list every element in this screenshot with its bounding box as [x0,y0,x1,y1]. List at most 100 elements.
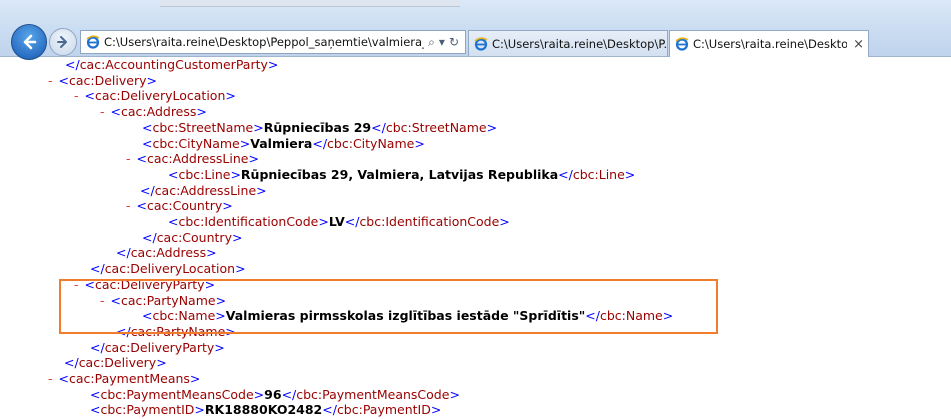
tag-open-bracket: < [168,166,179,182]
back-arrow-icon [23,34,37,50]
tag-open-bracket: < [90,402,101,418]
tag-name: cac:DeliveryLocation [95,88,226,104]
tag-name: cac:Delivery [78,355,157,371]
tag-name: cac:AccountingCustomerParty [79,57,268,72]
browser-titlebar: C:\Users\raita.reine\Desktop\Peppol_saņe… [0,0,951,60]
xml-document-view: </cac:AccountingCustomerParty> - <cac:Deli… [0,57,951,419]
element-value: Valmiera [250,135,313,151]
collapse-toggle[interactable]: - [48,73,53,88]
tag-open-bracket: < [90,386,101,402]
tab-1[interactable]: C:\Users\raita.reine\Desktop\P... [468,30,668,56]
tag-name: cac:Address [121,104,197,120]
tag-open-bracket: </ [65,57,80,72]
tag-open-bracket: < [136,198,147,214]
tag-close-bracket: > [156,355,167,371]
collapse-toggle[interactable]: - [48,371,53,386]
tag-close-bracket: > [230,166,241,182]
xml-line: <cbc:PaymentMeansCode>96</cbc:PaymentMea… [90,387,460,403]
xml-line: - <cac:AddressLine> [126,151,259,167]
tag-name: cbc:IdentificationCode [178,214,319,229]
end-tag-name: cbc:StreetName [385,119,487,135]
search-icon[interactable]: ⌕ [428,35,435,50]
element-value: 96 [264,386,282,402]
tag-close-bracket: > [189,371,201,386]
highlight-box [59,279,718,334]
tag-name: cbc:Line [178,166,231,182]
collapse-toggle[interactable]: - [100,104,105,119]
element-value: Rūpniecības 29, Valmiera, Latvijas Repub… [240,166,559,182]
address-text[interactable]: C:\Users\raita.reine\Desktop\Peppol_saņe… [104,35,424,49]
element-value: Rūpniecības 29 [263,119,372,135]
end-tag-close-bracket: > [430,402,442,418]
xml-line: <cbc:StreetName>Rūpniecības 29</cbc:Stre… [142,120,497,136]
element-value: RK18880KO2482 [204,402,323,418]
tag-close-bracket: > [256,182,267,198]
end-tag-open-bracket: </ [281,386,297,402]
tag-open-bracket: </ [90,339,105,355]
end-tag-name: cbc:CityName [327,135,415,151]
end-tag-open-bracket: </ [312,135,328,151]
tag-close-bracket: > [231,229,243,245]
tag-name: cbc:PaymentID [100,402,195,418]
end-tag-close-bracket: > [414,135,425,151]
xml-line: <cbc:CityName>Valmiera</cbc:CityName> [142,136,425,152]
tag-close-bracket: > [248,151,259,167]
xml-line: - <cac:Address> [100,104,207,120]
collapse-toggle[interactable]: - [126,151,131,166]
tab-label: C:\Users\raita.reine\Desktop\P... [492,36,667,51]
xml-line: - <cac:Country> [126,198,233,214]
tag-name: cac:Country [156,229,232,245]
xml-line: <cbc:Line>Rūpniecības 29, Valmiera, Latv… [168,167,635,183]
xml-line: - <cac:DeliveryLocation> [74,88,236,104]
tag-close-bracket: > [235,261,246,277]
tag-open-bracket: </ [64,355,79,371]
tag-open-bracket: < [142,119,153,135]
tag-open-bracket: </ [140,182,155,198]
tag-name: cbc:StreetName [152,119,254,135]
tag-name: cac:AddressLine [154,182,257,198]
tag-open-bracket: < [110,104,121,120]
end-tag-open-bracket: </ [344,214,360,229]
collapse-toggle[interactable]: - [74,88,79,103]
tag-open-bracket: < [142,135,153,151]
tag-open-bracket: </ [142,229,157,245]
back-button[interactable] [11,24,47,60]
tab-2-active[interactable]: C:\Users\raita.reine\Deskto... × [669,30,869,57]
tag-open-bracket: < [58,72,69,88]
close-icon[interactable]: × [853,37,868,52]
xml-line: </cac:Address> [116,245,217,261]
tag-name: cac:Delivery [69,72,147,88]
xml-line: </cac:DeliveryLocation> [90,261,246,277]
tag-close-bracket: > [253,119,264,135]
end-tag-name: cbc:PaymentMeansCode [296,386,450,402]
tag-close-bracket: > [267,57,279,72]
internet-explorer-icon [474,36,488,51]
tag-close-bracket: > [196,104,207,120]
tag-close-bracket: > [239,135,251,151]
address-bar[interactable]: C:\Users\raita.reine\Desktop\Peppol_saņe… [80,30,466,54]
xml-line: </cac:AccountingCustomerParty> [65,57,278,73]
tag-open-bracket: </ [90,261,105,277]
element-value: LV [328,214,345,229]
end-tag-close-bracket: > [499,214,510,229]
tag-open-bracket: < [136,151,147,167]
tag-open-bracket: </ [116,245,131,261]
end-tag-name: cbc:PaymentID [336,402,431,418]
end-tag-close-bracket: > [624,166,636,182]
tag-name: cac:AddressLine [147,151,249,167]
forward-arrow-icon [57,36,67,48]
end-tag-open-bracket: </ [371,119,386,135]
xml-line: <cbc:PaymentID>RK18880KO2482</cbc:Paymen… [90,402,441,418]
tag-name: cac:Address [130,245,207,261]
forward-button[interactable] [49,28,77,56]
refresh-icon[interactable]: ↻ [449,35,459,49]
end-tag-open-bracket: </ [558,166,573,182]
tag-open-bracket: < [58,371,69,386]
tag-close-bracket: > [146,72,157,88]
background-window-strip [160,0,460,7]
collapse-toggle[interactable]: - [126,198,131,213]
tag-open-bracket: < [168,214,179,229]
internet-explorer-icon [675,37,689,51]
dropdown-icon[interactable]: ▾ [439,35,445,49]
xml-line: <cbc:IdentificationCode>LV</cbc:Identifi… [168,214,510,230]
